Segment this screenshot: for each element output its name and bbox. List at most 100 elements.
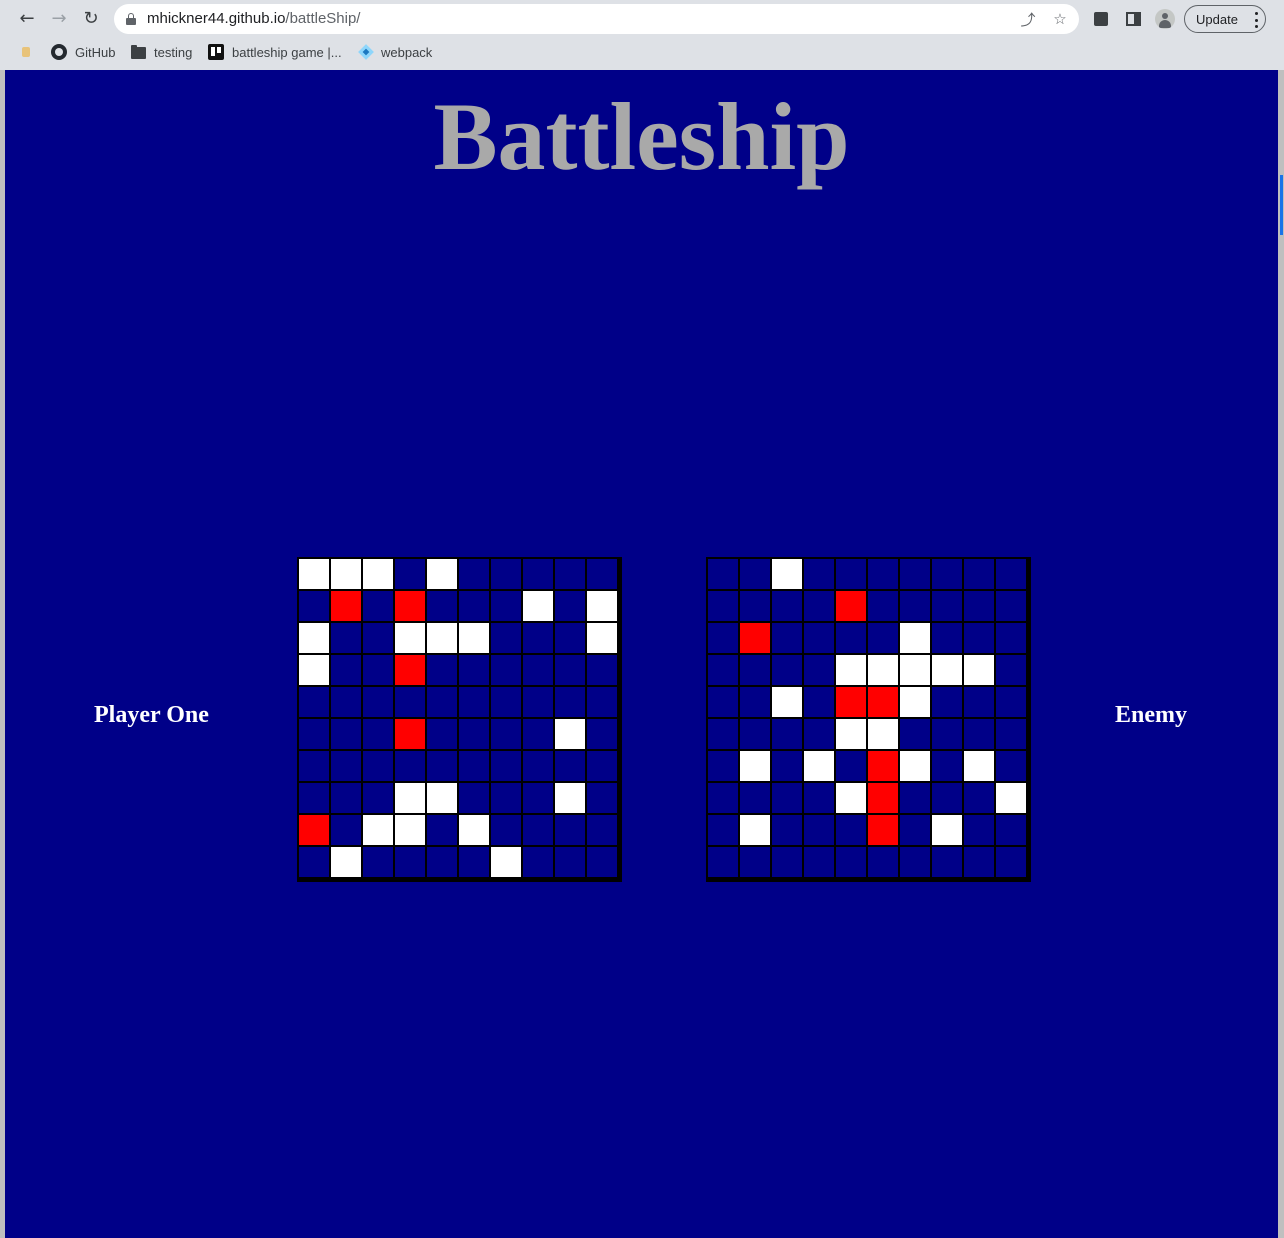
enemy-cell-miss[interactable] [899,686,931,718]
enemy-cell-miss[interactable] [931,814,963,846]
enemy-cell-water[interactable] [771,590,803,622]
enemy-cell-water[interactable] [835,846,867,878]
enemy-cell-water[interactable] [835,750,867,782]
enemy-cell-miss[interactable] [899,750,931,782]
enemy-cell-water[interactable] [867,846,899,878]
enemy-cell-miss[interactable] [739,750,771,782]
enemy-cell-water[interactable] [803,718,835,750]
enemy-cell-water[interactable] [771,750,803,782]
enemy-cell-water[interactable] [899,558,931,590]
enemy-cell-water[interactable] [707,590,739,622]
enemy-cell-water[interactable] [803,654,835,686]
enemy-cell-hit[interactable] [867,750,899,782]
enemy-cell-water[interactable] [931,590,963,622]
enemy-cell-water[interactable] [835,814,867,846]
enemy-cell-miss[interactable] [771,686,803,718]
enemy-cell-miss[interactable] [963,654,995,686]
enemy-cell-water[interactable] [707,718,739,750]
enemy-cell-water[interactable] [739,686,771,718]
enemy-cell-water[interactable] [739,590,771,622]
enemy-cell-water[interactable] [995,654,1027,686]
enemy-cell-water[interactable] [963,846,995,878]
enemy-cell-water[interactable] [963,590,995,622]
enemy-cell-water[interactable] [931,750,963,782]
enemy-cell-water[interactable] [707,686,739,718]
enemy-cell-water[interactable] [739,718,771,750]
enemy-cell-water[interactable] [803,814,835,846]
enemy-cell-water[interactable] [771,718,803,750]
enemy-cell-miss[interactable] [739,814,771,846]
enemy-cell-water[interactable] [899,814,931,846]
enemy-cell-miss[interactable] [771,558,803,590]
enemy-cell-water[interactable] [995,558,1027,590]
enemy-cell-miss[interactable] [995,782,1027,814]
enemy-cell-miss[interactable] [835,718,867,750]
enemy-cell-water[interactable] [739,558,771,590]
enemy-cell-water[interactable] [995,622,1027,654]
enemy-cell-water[interactable] [707,622,739,654]
star-icon[interactable]: ☆ [1050,9,1070,29]
enemy-cell-water[interactable] [963,782,995,814]
enemy-cell-water[interactable] [707,782,739,814]
enemy-cell-miss[interactable] [835,782,867,814]
enemy-cell-water[interactable] [931,686,963,718]
enemy-cell-water[interactable] [803,622,835,654]
enemy-cell-miss[interactable] [803,750,835,782]
enemy-cell-water[interactable] [899,590,931,622]
enemy-cell-water[interactable] [707,654,739,686]
enemy-cell-water[interactable] [995,718,1027,750]
back-arrow-icon[interactable]: ← [16,8,38,30]
enemy-cell-water[interactable] [803,846,835,878]
enemy-cell-water[interactable] [803,558,835,590]
update-button[interactable]: Update [1184,5,1266,33]
enemy-cell-water[interactable] [931,846,963,878]
address-bar[interactable]: mhickner44.github.io/battleShip/ ⤴ ☆ [114,4,1079,34]
enemy-cell-water[interactable] [803,590,835,622]
bookmark-folder-testing[interactable]: testing [131,43,192,61]
enemy-cell-hit[interactable] [835,590,867,622]
enemy-cell-water[interactable] [867,590,899,622]
enemy-cell-water[interactable] [963,622,995,654]
enemy-cell-hit[interactable] [867,814,899,846]
enemy-cell-water[interactable] [771,782,803,814]
enemy-cell-water[interactable] [707,750,739,782]
enemy-cell-water[interactable] [707,558,739,590]
enemy-cell-water[interactable] [963,718,995,750]
enemy-cell-water[interactable] [707,814,739,846]
scrollbar-thumb[interactable] [1280,175,1283,235]
enemy-cell-water[interactable] [835,622,867,654]
enemy-board[interactable] [706,557,1031,882]
enemy-cell-miss[interactable] [931,654,963,686]
side-panel-icon[interactable] [1122,8,1144,30]
reload-icon[interactable]: ↻ [80,8,102,30]
enemy-cell-hit[interactable] [739,622,771,654]
enemy-cell-miss[interactable] [899,654,931,686]
enemy-cell-water[interactable] [995,590,1027,622]
enemy-cell-water[interactable] [771,814,803,846]
enemy-cell-miss[interactable] [899,622,931,654]
enemy-cell-water[interactable] [739,654,771,686]
bookmark-battleship-game[interactable]: battleship game |... [208,43,342,61]
enemy-cell-hit[interactable] [867,686,899,718]
enemy-cell-hit[interactable] [835,686,867,718]
forward-arrow-icon[interactable]: → [48,8,70,30]
share-icon[interactable]: ⤴ [1018,9,1038,29]
enemy-cell-water[interactable] [931,622,963,654]
enemy-cell-water[interactable] [931,718,963,750]
enemy-cell-miss[interactable] [835,654,867,686]
bookmark-github[interactable]: GitHub [51,43,115,61]
enemy-cell-miss[interactable] [867,718,899,750]
enemy-cell-water[interactable] [963,558,995,590]
enemy-cell-water[interactable] [803,782,835,814]
extensions-puzzle-icon[interactable] [1090,8,1112,30]
enemy-cell-water[interactable] [867,558,899,590]
enemy-cell-water[interactable] [771,622,803,654]
enemy-cell-water[interactable] [963,686,995,718]
enemy-cell-water[interactable] [963,814,995,846]
profile-avatar-icon[interactable] [1154,8,1176,30]
enemy-cell-water[interactable] [739,846,771,878]
enemy-cell-water[interactable] [899,782,931,814]
enemy-cell-water[interactable] [899,846,931,878]
lock-icon[interactable] [126,13,136,25]
enemy-cell-water[interactable] [739,782,771,814]
